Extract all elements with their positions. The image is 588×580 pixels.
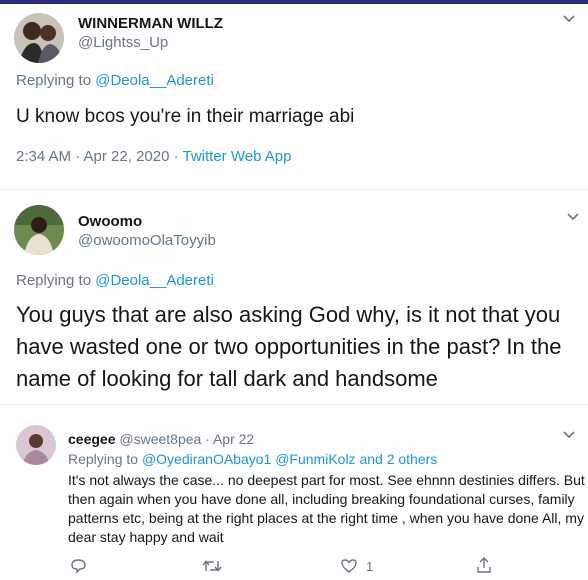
replying-to-link[interactable]: @Deola__Adereti (95, 272, 214, 289)
replying-to-label: Replying to (16, 72, 96, 89)
tweet-text: It's not always the case... no deepest p… (68, 472, 585, 545)
divider (0, 404, 588, 405)
replying-to-link[interactable]: @OyediranOAbayo1 @FunmiKolz and 2 others (142, 451, 437, 467)
author-handle[interactable]: @owoomoOlaToyyib (78, 232, 216, 249)
heart-icon (341, 559, 357, 573)
retweet-button[interactable] (202, 558, 222, 574)
chevron-down-icon[interactable] (562, 430, 576, 440)
retweet-icon (202, 560, 222, 572)
reply-icon (71, 559, 86, 574)
author-name[interactable]: Owoomo (78, 213, 142, 230)
timestamp-text[interactable]: 2:34 AM · Apr 22, 2020 · (16, 148, 183, 165)
top-bar (0, 0, 588, 4)
tweet-text: You guys that are also asking God why, i… (16, 302, 562, 391)
source-link[interactable]: Twitter Web App (183, 148, 292, 165)
avatar[interactable] (16, 425, 56, 465)
share-button[interactable] (476, 556, 492, 574)
author-handle[interactable]: @Lightss_Up (78, 34, 168, 51)
replying-to-label: Replying to (16, 272, 96, 289)
author-name[interactable]: ceegee (68, 431, 115, 447)
chevron-down-icon[interactable] (562, 14, 576, 24)
tweet-text: U know bcos you're in their marriage abi (16, 106, 355, 127)
author-line: ceegee @sweet8pea · Apr 22 (68, 431, 254, 447)
avatar[interactable] (14, 13, 64, 63)
replying-to-link[interactable]: @Deola__Adereti (95, 72, 214, 89)
like-count: 1 (366, 558, 374, 574)
author-handle-date[interactable]: @sweet8pea · Apr 22 (119, 431, 254, 447)
avatar[interactable] (14, 205, 64, 255)
reply-button[interactable] (70, 558, 87, 574)
replying-to-label: Replying to (68, 451, 142, 467)
author-name[interactable]: WINNERMAN WILLZ (78, 15, 223, 32)
like-button[interactable]: 1 (340, 558, 373, 574)
replying-to: Replying to @OyediranOAbayo1 @FunmiKolz … (68, 451, 437, 467)
tweet-timestamp: 2:34 AM · Apr 22, 2020 · Twitter Web App (16, 148, 291, 165)
replying-to: Replying to @Deola__Adereti (16, 272, 214, 289)
share-icon (477, 557, 491, 573)
chevron-down-icon[interactable] (566, 212, 580, 222)
replying-to: Replying to @Deola__Adereti (16, 72, 214, 89)
divider (0, 189, 588, 190)
